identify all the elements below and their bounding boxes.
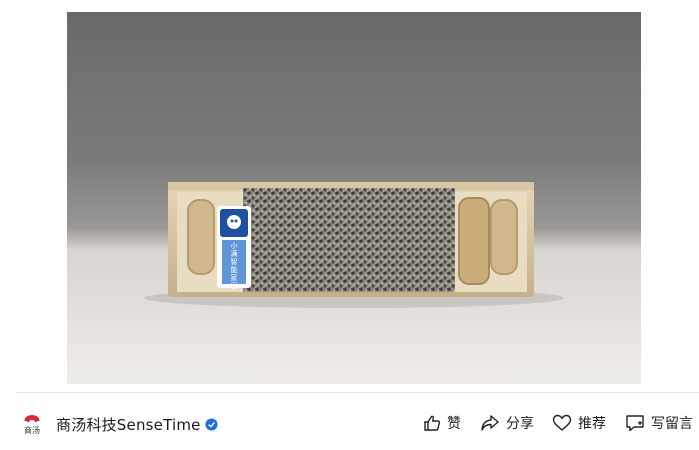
share-icon xyxy=(481,415,499,431)
heart-icon xyxy=(552,414,572,431)
badge-text: 小满智能家居 xyxy=(230,242,238,290)
comment-label: 写留言 xyxy=(651,416,693,432)
share-button[interactable]: 分享 xyxy=(480,413,534,433)
footer-divider xyxy=(16,392,699,393)
recommend-button[interactable]: 推荐 xyxy=(552,413,606,433)
thumbs-up-icon xyxy=(424,415,441,431)
action-bar: 赞 分享 推荐 写留言 xyxy=(0,413,699,439)
post-footer: 商汤 商汤科技SenseTime 赞 分享 推荐 写留言 xyxy=(0,400,699,450)
product-photo: 小满智能家居 xyxy=(67,12,641,384)
like-label: 赞 xyxy=(447,416,461,432)
share-label: 分享 xyxy=(506,416,534,432)
comment-button[interactable]: 写留言 xyxy=(625,413,693,433)
recommend-label: 推荐 xyxy=(578,416,606,432)
like-button[interactable]: 赞 xyxy=(423,413,461,433)
comment-icon xyxy=(626,415,644,432)
